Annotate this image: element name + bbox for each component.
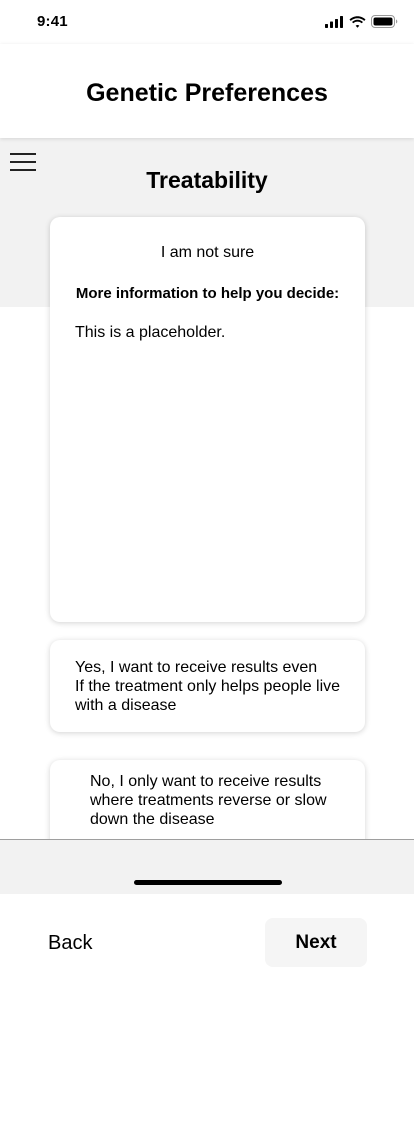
option-yes-line: with a disease: [75, 697, 177, 714]
status-bar: 9:41: [0, 0, 414, 44]
option-card-no[interactable]: No, I only want to receive results where…: [50, 760, 365, 839]
header: Genetic Preferences: [0, 44, 414, 138]
wifi-icon: [349, 15, 366, 28]
info-card-subheading: More information to help you decide:: [75, 285, 340, 302]
page-title: Genetic Preferences: [86, 79, 328, 107]
option-no-line: where treatments reverse or slow: [90, 792, 327, 809]
status-icons: [325, 15, 398, 28]
option-yes-line: If the treatment only helps people live: [75, 678, 341, 695]
info-card-body: This is a placeholder.: [75, 324, 226, 341]
option-card-yes[interactable]: Yes, I want to receive results even If t…: [50, 640, 365, 732]
back-button[interactable]: Back: [48, 932, 92, 955]
card-scroll-area[interactable]: I am not sure More information to help y…: [0, 138, 414, 839]
option-no-line: down the disease: [90, 811, 215, 828]
option-no-line: No, I only want to receive results: [90, 773, 322, 790]
home-indicator: [134, 880, 282, 885]
info-card-heading: I am not sure: [160, 244, 255, 261]
battery-icon: [371, 15, 398, 28]
bottom-band: [0, 840, 414, 894]
signal-icon: [325, 15, 343, 28]
option-yes-line: Yes, I want to receive results even: [75, 659, 318, 676]
next-button[interactable]: Next: [265, 918, 367, 967]
info-card[interactable]: I am not sure More information to help y…: [50, 217, 365, 622]
status-time: 9:41: [37, 13, 68, 30]
